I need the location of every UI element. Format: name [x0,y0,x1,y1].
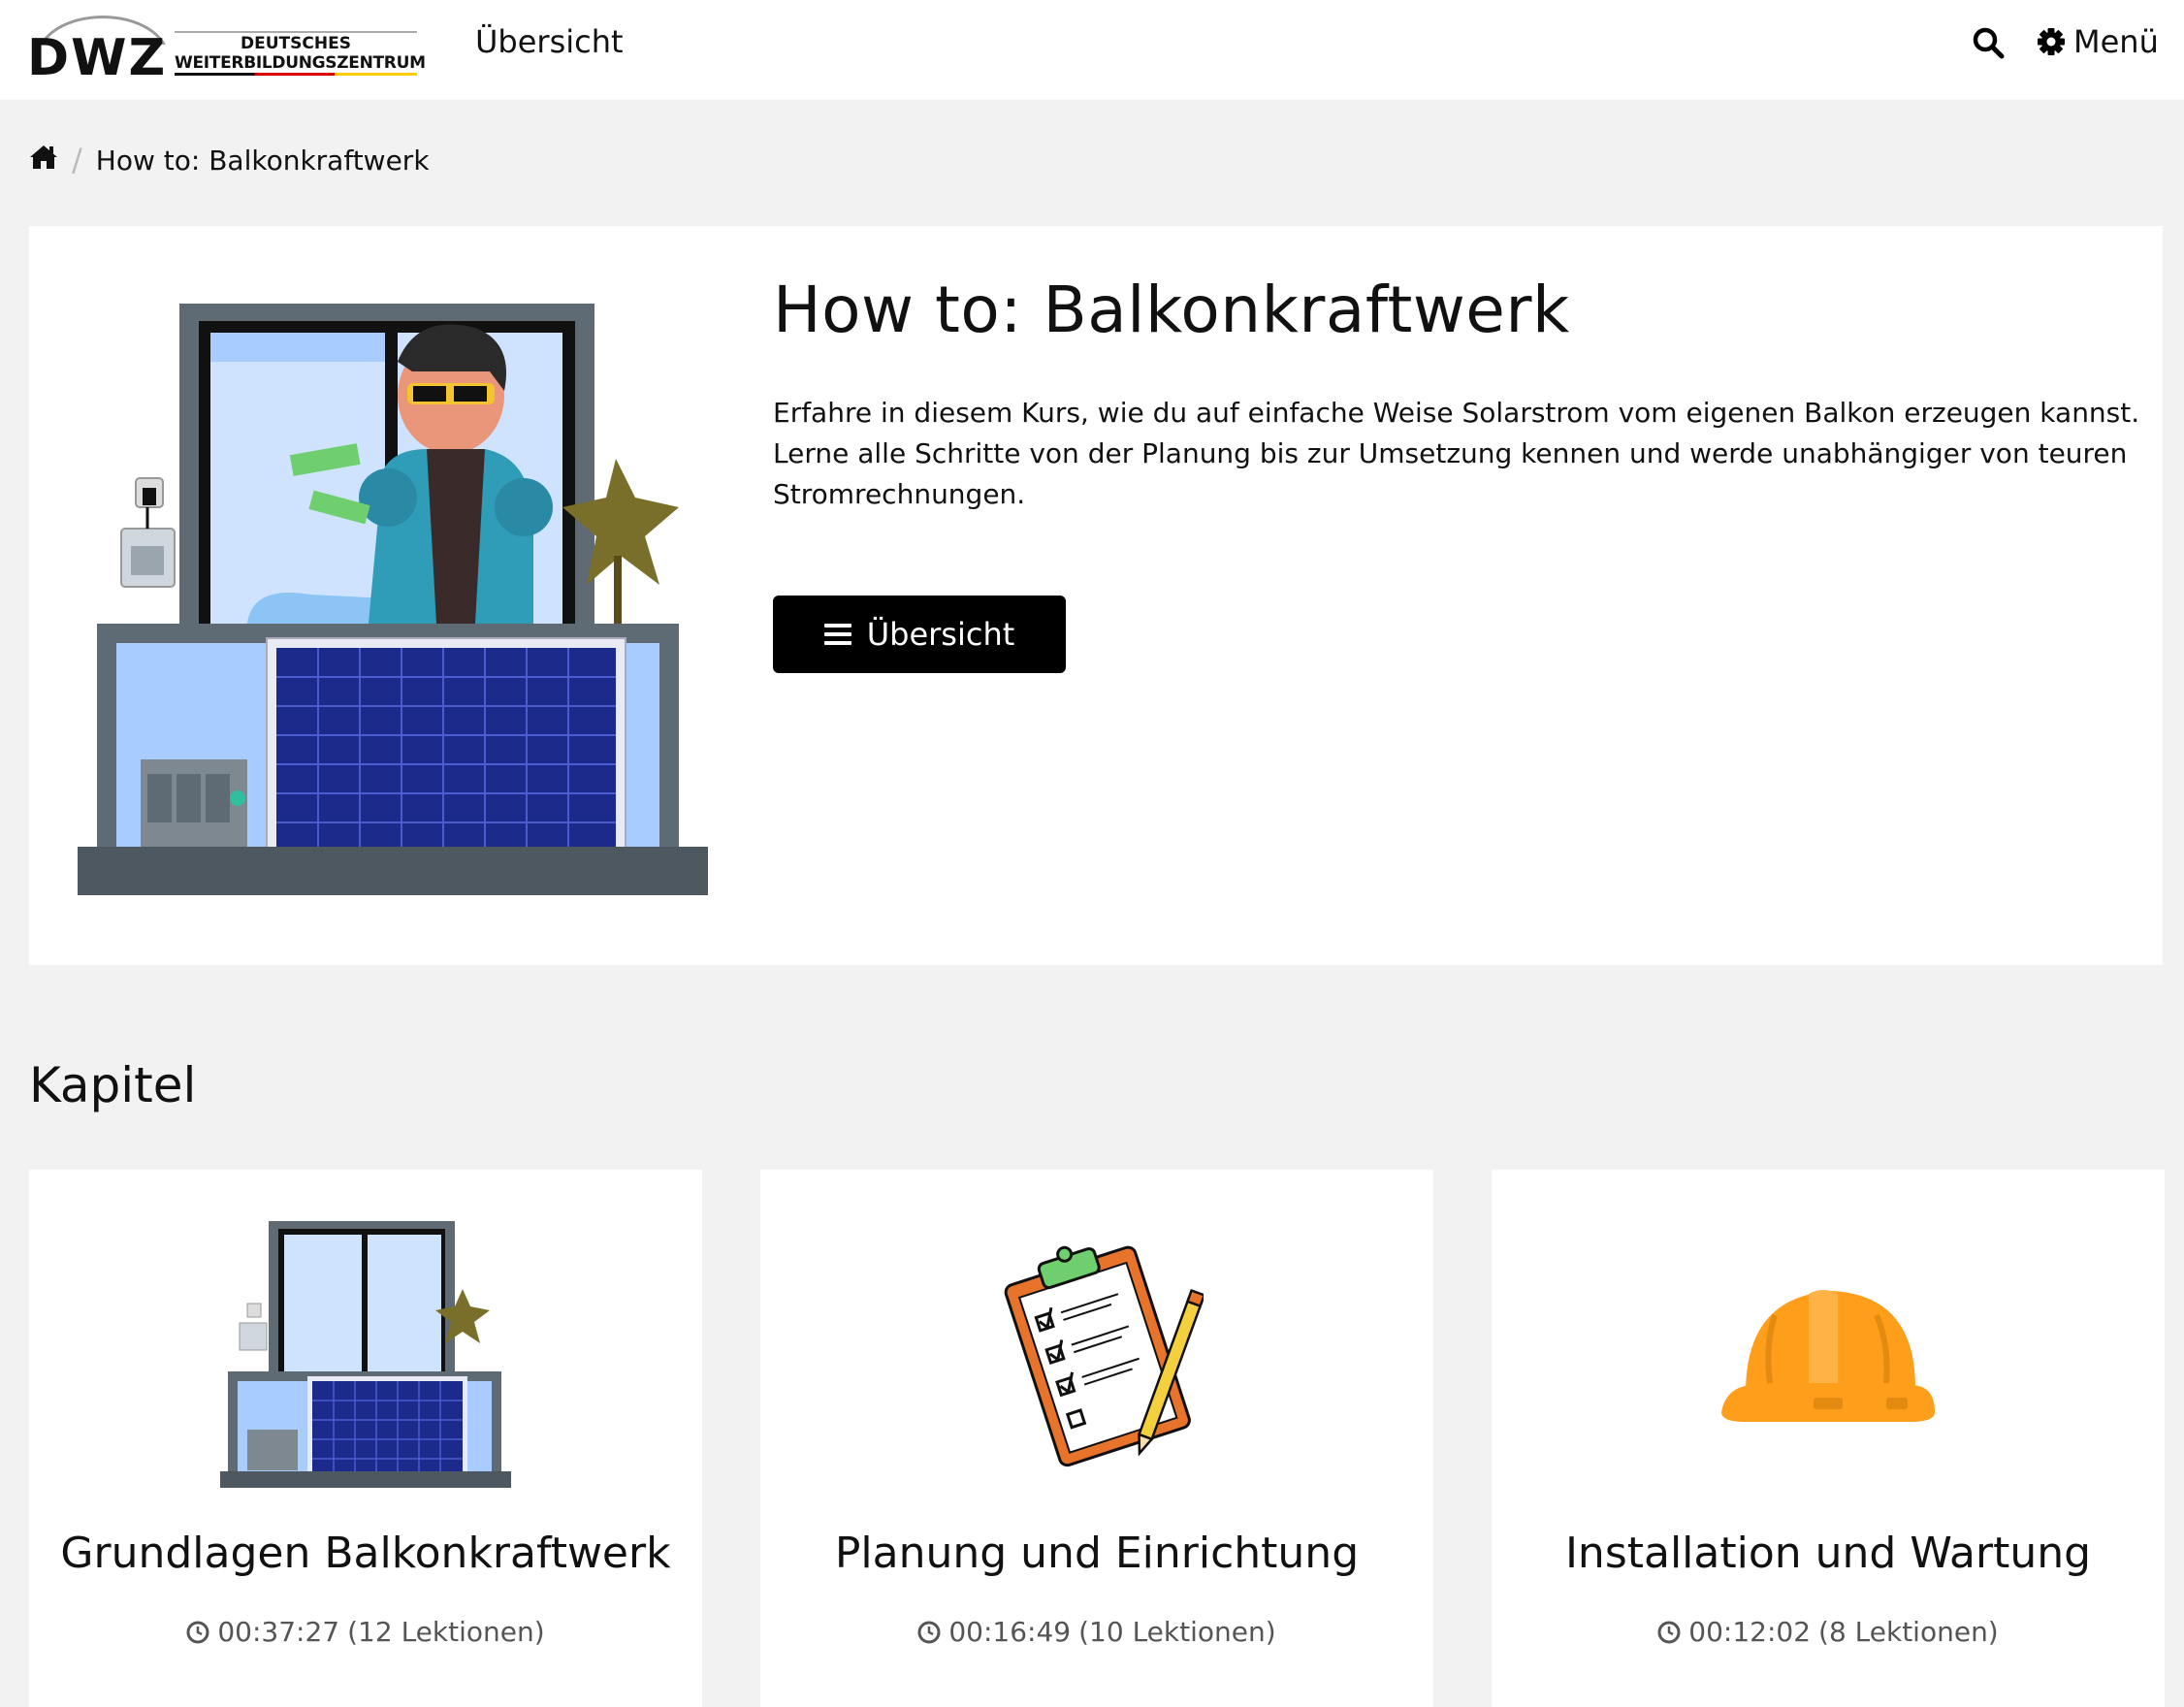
breadcrumb-home[interactable] [29,144,58,177]
logo-text: DEUTSCHES WEITERBILDUNGSZENTRUM [175,31,427,76]
logo-line2: WEITERBILDUNGSZENTRUM [175,53,426,73]
chapter-card-installation[interactable]: Installation und Wartung 00:12:02 (8 Lek… [1492,1170,2165,1707]
breadcrumb-separator: / [72,142,82,178]
chapter-meta: 00:16:49 (10 Lektionen) [760,1616,1433,1648]
overview-button-label: Übersicht [866,616,1015,653]
logo-short: DWZ [27,29,168,87]
bars-icon [823,624,851,645]
course-hero-card: How to: Balkonkraftwerk Erfahre in diese… [29,226,2163,965]
course-title: How to: Balkonkraftwerk [773,273,1570,347]
top-navigation-bar: DWZ DEUTSCHES WEITERBILDUNGSZENTRUM Über… [0,0,2184,100]
chapter-duration: 00:37:27 [217,1616,340,1648]
clipboard-checklist-illustration [760,1208,1433,1499]
logo-flag-stripe [175,73,417,76]
chapter-card-planung[interactable]: Planung und Einrichtung 00:16:49 (10 Lek… [760,1170,1433,1707]
logo-line1: DEUTSCHES [241,34,351,53]
hard-hat-illustration [1492,1208,2165,1499]
chapter-lessons: (12 Lektionen) [347,1616,545,1648]
home-icon [30,145,57,169]
nav-overview-link[interactable]: Übersicht [475,23,624,60]
clock-icon [186,1621,209,1643]
menu-label: Menü [2073,23,2159,60]
chapter-title: Grundlagen Balkonkraftwerk [60,1529,671,1578]
search-icon [1973,27,2005,59]
dwz-logo[interactable]: DWZ DEUTSCHES WEITERBILDUNGSZENTRUM [27,12,427,87]
clock-icon [1657,1621,1681,1643]
chapters-heading: Kapitel [29,1057,197,1113]
chapter-title: Planung und Einrichtung [834,1529,1360,1578]
balcony-solar-illustration [29,1208,702,1499]
overview-button[interactable]: Übersicht [773,596,1066,673]
breadcrumb: / How to: Balkonkraftwerk [29,142,430,178]
chapter-title: Installation und Wartung [1564,1529,2092,1578]
chapter-card-grundlagen[interactable]: Grundlagen Balkonkraftwerk 00:37:27 (12 … [29,1170,702,1707]
chapter-lessons: (8 Lektionen) [1818,1616,1999,1648]
balcony-solar-illustration [78,304,708,895]
course-description: Erfahre in diesem Kurs, wie du auf einfa… [773,397,2140,510]
menu-button[interactable]: Menü [2037,23,2159,60]
clock-icon [917,1621,941,1643]
chapter-lessons: (10 Lektionen) [1078,1616,1276,1648]
chapter-meta: 00:37:27 (12 Lektionen) [29,1616,702,1648]
chapter-meta: 00:12:02 (8 Lektionen) [1492,1616,2165,1648]
search-button[interactable] [1971,25,2006,60]
chapter-duration: 00:16:49 [948,1616,1072,1648]
breadcrumb-current: How to: Balkonkraftwerk [95,144,430,177]
gear-icon [2038,28,2065,55]
chapter-duration: 00:12:02 [1688,1616,1812,1648]
